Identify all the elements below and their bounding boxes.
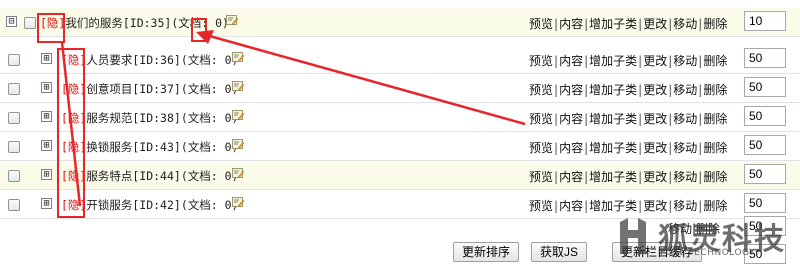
annotation-arrows [60,30,526,207]
annotation-line [60,41,82,207]
annotation-arrow-line [205,33,526,126]
